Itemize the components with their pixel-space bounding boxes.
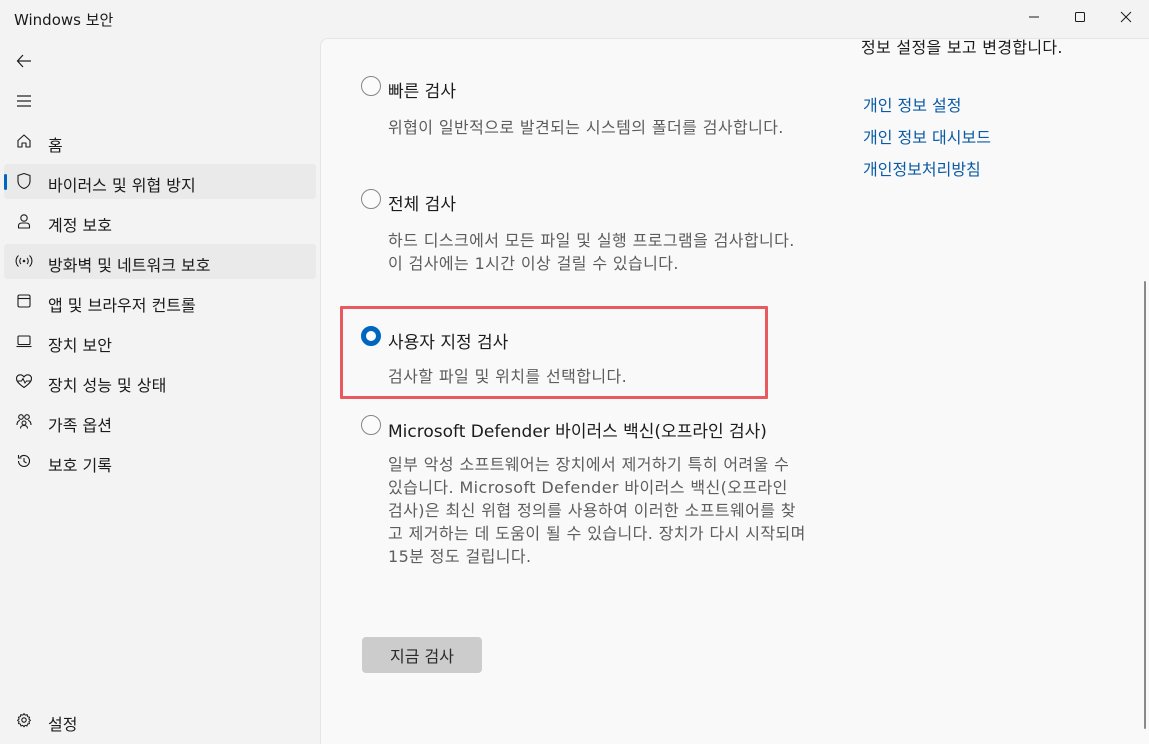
option-desc-offline-scan: 일부 악성 소프트웨어는 장치에서 제거하기 특히 어려울 수 있습니다. Mi… [388,455,806,566]
hamburger-icon [17,95,31,107]
radio-full-scan[interactable] [361,189,381,209]
nav-item-account-protection[interactable]: 계정 보호 [4,204,316,239]
maximize-button[interactable] [1057,0,1103,34]
title-bar: Windows 보안 [0,0,1149,38]
heart-pulse-icon [15,372,33,390]
shield-icon [15,172,33,190]
option-title-custom-scan: 사용자 지정 검사 [388,333,509,353]
option-desc-full-scan: 하드 디스크에서 모든 파일 및 실행 프로그램을 검사합니다. 이 검사에는 … [388,231,795,273]
radio-offline-scan[interactable] [361,415,381,435]
home-icon [15,132,33,150]
nav-label: 방화벽 및 네트워크 보호 [48,256,211,275]
nav-label: 앱 및 브라우저 컨트롤 [48,296,196,315]
nav-label: 바이러스 및 위협 방지 [48,176,196,195]
option-title-quick-scan: 빠른 검사 [388,82,456,102]
option-desc-custom-scan: 검사할 파일 및 위치를 선택합니다. [388,367,628,386]
privacy-policy-link[interactable]: 개인정보처리방침 [863,156,981,180]
scan-now-button[interactable]: 지금 검사 [362,637,482,673]
history-icon [15,452,33,470]
nav-item-app-browser-control[interactable]: 앱 및 브라우저 컨트롤 [4,284,316,319]
content-pane: 빠른 검사 위협이 일반적으로 발견되는 시스템의 폴더를 검사합니다. 전체 … [320,38,1149,744]
radio-custom-scan[interactable] [361,326,381,346]
privacy-dashboard-link[interactable]: 개인 정보 대시보드 [863,124,991,148]
privacy-description: 정보 설정을 보고 변경합니다. [861,38,1063,57]
nav-label: 가족 옵션 [48,416,112,435]
nav-label: 설정 [48,715,78,734]
minimize-button[interactable] [1011,0,1057,34]
close-icon [1120,11,1132,23]
nav-item-device-security[interactable]: 장치 보안 [4,324,316,359]
family-icon [15,412,33,430]
nav-label: 장치 보안 [48,336,112,355]
back-button[interactable] [12,50,36,72]
nav-item-home[interactable]: 홈 [4,124,316,159]
nav-item-protection-history[interactable]: 보호 기록 [4,444,316,479]
nav-item-settings[interactable]: 설정 [4,703,316,738]
app-title: Windows 보안 [14,11,114,29]
nav-item-family-options[interactable]: 가족 옵션 [4,404,316,439]
close-button[interactable] [1103,0,1149,34]
option-title-full-scan: 전체 검사 [388,195,456,215]
privacy-settings-link[interactable]: 개인 정보 설정 [863,92,962,116]
nav-label: 보호 기록 [48,456,112,475]
nav-label: 홈 [48,136,63,155]
person-icon [15,212,33,230]
nav-label: 장치 성능 및 상태 [48,376,167,395]
nav-item-device-performance[interactable]: 장치 성능 및 상태 [4,364,316,399]
nav-item-virus-protection[interactable]: 바이러스 및 위협 방지 [4,164,316,199]
back-arrow-icon [16,54,31,68]
selection-indicator [4,174,7,190]
maximize-icon [1075,12,1085,22]
gear-icon [15,711,33,729]
radio-quick-scan[interactable] [361,76,381,96]
option-title-offline-scan: Microsoft Defender 바이러스 백신(오프라인 검사) [388,422,767,442]
nav-label: 계정 보호 [48,216,112,235]
minimize-icon [1029,16,1039,18]
laptop-icon [15,332,33,350]
scrollbar[interactable] [1144,281,1146,729]
app-window-icon [15,292,33,310]
option-desc-quick-scan: 위협이 일반적으로 발견되는 시스템의 폴더를 검사합니다. [388,118,784,137]
menu-button[interactable] [12,90,36,112]
wireless-icon [15,252,33,270]
nav-item-firewall[interactable]: 방화벽 및 네트워크 보호 [4,244,316,279]
